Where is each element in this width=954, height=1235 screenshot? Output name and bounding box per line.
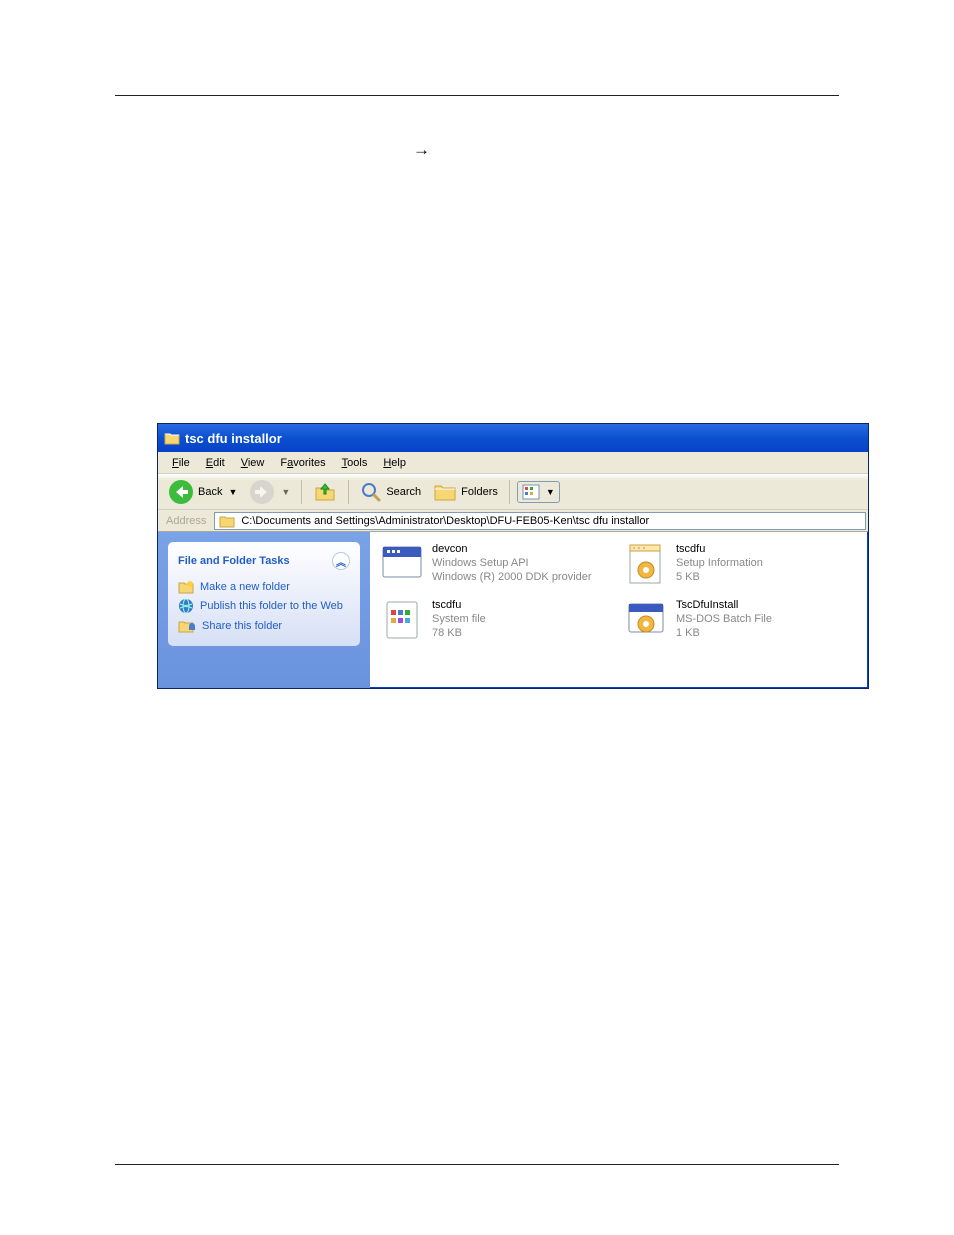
file-tscdfu-sys[interactable]: tscdfu System file 78 KB <box>380 598 614 642</box>
address-label: Address <box>158 515 214 527</box>
task-label: Publish this folder to the Web <box>200 600 343 612</box>
arrow-glyph: → <box>413 140 430 160</box>
page-rule-top <box>115 95 839 96</box>
file-name: TscDfuInstall <box>676 598 772 612</box>
file-detail: System file <box>432 612 486 626</box>
file-name: tscdfu <box>432 598 486 612</box>
sys-file-icon <box>380 598 424 642</box>
addressbar: Address C:\Documents and Settings\Admini… <box>158 510 868 532</box>
panel-title: File and Folder Tasks <box>178 555 290 567</box>
search-label: Search <box>386 486 421 498</box>
views-button[interactable]: ▼ <box>517 481 560 503</box>
file-detail: 1 KB <box>676 626 772 640</box>
back-icon <box>168 479 194 505</box>
folder-icon <box>164 431 180 445</box>
task-publish-folder[interactable]: Publish this folder to the Web <box>178 596 350 616</box>
chevron-down-icon[interactable]: ▼ <box>228 487 237 497</box>
collapse-icon[interactable]: ︽ <box>332 552 350 570</box>
folder-up-icon <box>313 480 337 504</box>
menubar: FFileile Edit View Favorites Tools Help <box>158 452 868 474</box>
folders-icon <box>433 481 457 503</box>
forward-button: ▼ <box>245 477 294 507</box>
chevron-down-icon: ▼ <box>281 487 290 497</box>
menu-edit[interactable]: Edit <box>198 455 233 471</box>
page-rule-bottom <box>115 1164 839 1165</box>
file-name: devcon <box>432 542 592 556</box>
search-button[interactable]: Search <box>356 479 425 505</box>
task-label: Make a new folder <box>200 581 290 593</box>
folder-icon <box>219 514 235 528</box>
application-icon <box>380 542 424 586</box>
address-input[interactable]: C:\Documents and Settings\Administrator\… <box>214 512 866 530</box>
views-icon <box>522 484 540 500</box>
search-icon <box>360 481 382 503</box>
globe-icon <box>178 598 194 614</box>
explorer-body: File and Folder Tasks ︽ Make a new folde… <box>158 532 868 688</box>
back-button[interactable]: Back ▼ <box>164 477 241 507</box>
back-label: Back <box>198 486 222 498</box>
new-folder-icon <box>178 580 194 594</box>
share-folder-icon <box>178 618 196 634</box>
forward-icon <box>249 479 275 505</box>
toolbar-separator <box>301 480 302 504</box>
menu-file[interactable]: FFileile <box>164 455 198 471</box>
menu-tools[interactable]: Tools <box>334 455 376 471</box>
task-make-new-folder[interactable]: Make a new folder <box>178 578 350 596</box>
toolbar: Back ▼ ▼ Search Folders <box>158 474 868 510</box>
file-detail: Windows Setup API <box>432 556 592 570</box>
explorer-window: tsc dfu installor FFileile Edit View Fav… <box>157 423 869 689</box>
file-detail: MS-DOS Batch File <box>676 612 772 626</box>
file-devcon[interactable]: devcon Windows Setup API Windows (R) 200… <box>380 542 614 586</box>
file-detail: 5 KB <box>676 570 763 584</box>
file-detail: Windows (R) 2000 DDK provider <box>432 570 592 584</box>
folders-button[interactable]: Folders <box>429 479 502 505</box>
file-detail: Setup Information <box>676 556 763 570</box>
task-sidebar: File and Folder Tasks ︽ Make a new folde… <box>158 532 370 688</box>
menu-favorites[interactable]: Favorites <box>272 455 333 471</box>
file-tscdfu-inf[interactable]: tscdfu Setup Information 5 KB <box>624 542 858 586</box>
task-share-folder[interactable]: Share this folder <box>178 616 350 636</box>
address-path: C:\Documents and Settings\Administrator\… <box>241 515 649 527</box>
file-tscdfuinstall[interactable]: TscDfuInstall MS-DOS Batch File 1 KB <box>624 598 858 642</box>
titlebar[interactable]: tsc dfu installor <box>158 424 868 452</box>
toolbar-separator <box>509 480 510 504</box>
file-folder-tasks-panel: File and Folder Tasks ︽ Make a new folde… <box>168 542 360 646</box>
chevron-down-icon[interactable]: ▼ <box>546 487 555 497</box>
toolbar-separator <box>348 480 349 504</box>
menu-view[interactable]: View <box>233 455 273 471</box>
folders-label: Folders <box>461 486 498 498</box>
inf-file-icon <box>624 542 668 586</box>
window-title: tsc dfu installor <box>185 431 282 446</box>
file-list[interactable]: devcon Windows Setup API Windows (R) 200… <box>370 532 868 688</box>
menu-help[interactable]: Help <box>375 455 414 471</box>
task-label: Share this folder <box>202 620 282 632</box>
up-button[interactable] <box>309 478 341 506</box>
file-detail: 78 KB <box>432 626 486 640</box>
file-name: tscdfu <box>676 542 763 556</box>
batch-file-icon <box>624 598 668 642</box>
